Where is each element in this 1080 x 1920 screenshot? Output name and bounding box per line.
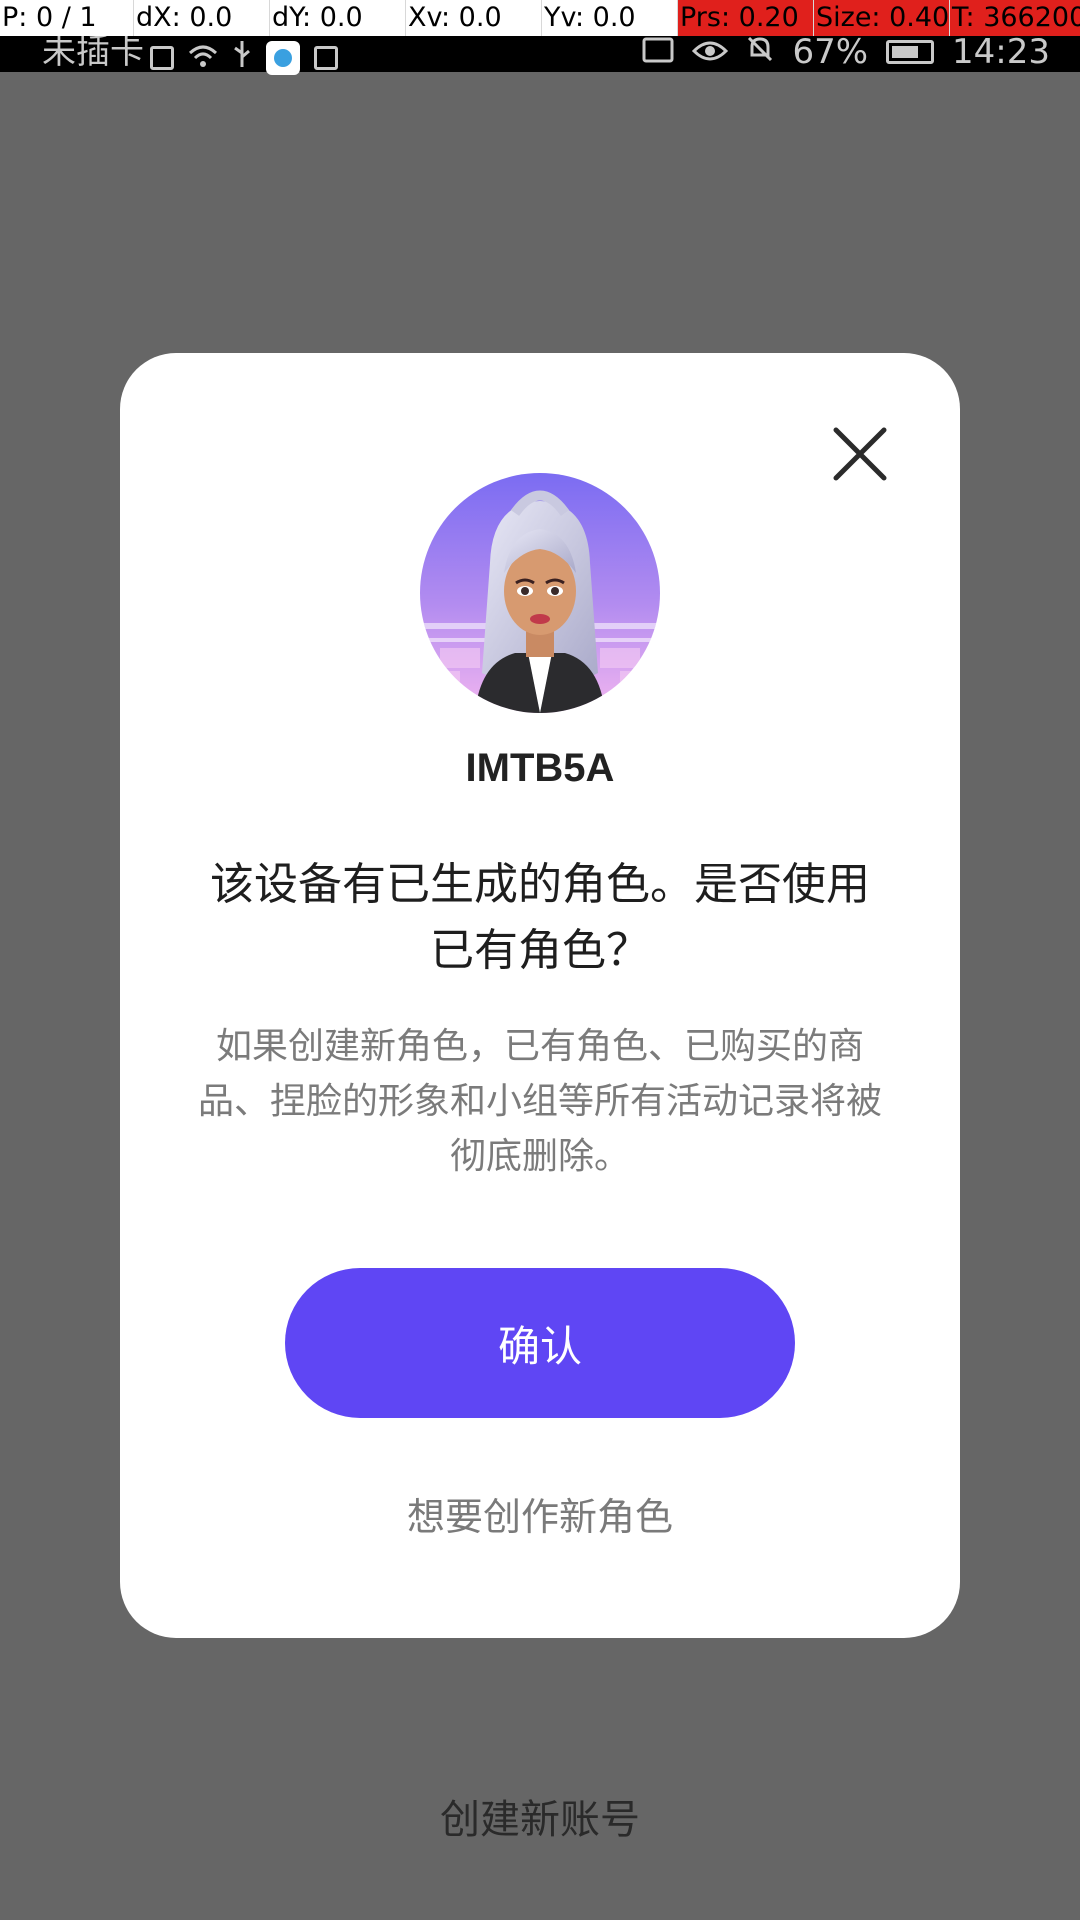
eye-icon — [692, 34, 729, 70]
notification-icons — [150, 38, 338, 78]
pointer-count: P: 0 / 1 — [0, 0, 134, 36]
mute-icon — [746, 34, 774, 70]
velocity-x: Xv: 0.0 — [406, 0, 542, 36]
battery-icon — [886, 40, 935, 64]
delta-x: dX: 0.0 — [134, 0, 270, 36]
pressure: Prs: 0.20 — [678, 0, 814, 36]
battery-percent: 67% — [792, 32, 869, 72]
clock: 14:23 — [952, 32, 1050, 72]
close-button[interactable] — [824, 418, 896, 490]
avatar — [420, 473, 660, 713]
status-right: 67% 14:23 — [642, 34, 1050, 70]
carrier-label: 未插卡 — [42, 32, 144, 72]
velocity-y: Yv: 0.0 — [542, 0, 678, 36]
sim-icon — [150, 46, 174, 70]
app-notification-icon — [266, 41, 300, 75]
usb-icon — [232, 38, 252, 78]
create-new-account-button[interactable]: 创建新账号 — [0, 1795, 1080, 1845]
create-new-character-button[interactable]: 想要创作新角色 — [120, 1492, 960, 1542]
dialog-title: 该设备有已生成的角色。是否使用已有角色？ — [210, 859, 870, 976]
pointer-location-overlay: P: 0 / 1 dX: 0.0 dY: 0.0 Xv: 0.0 Yv: 0.0… — [0, 0, 1080, 36]
touch-time: T: 366200 — [950, 0, 1080, 36]
username: IMTB5A — [465, 746, 615, 790]
delta-y: dY: 0.0 — [270, 0, 406, 36]
confirm-button[interactable]: 确认 — [285, 1268, 795, 1418]
media-icon — [314, 46, 338, 70]
dialog-description: 如果创建新角色，已有角色、已购买的商品、捏脸的形象和小组等所有活动记录将被彻底删… — [197, 1026, 882, 1177]
touch-size: Size: 0.40 — [814, 0, 950, 36]
cast-icon — [642, 34, 674, 70]
close-icon — [833, 427, 887, 481]
wifi-icon — [188, 38, 218, 78]
